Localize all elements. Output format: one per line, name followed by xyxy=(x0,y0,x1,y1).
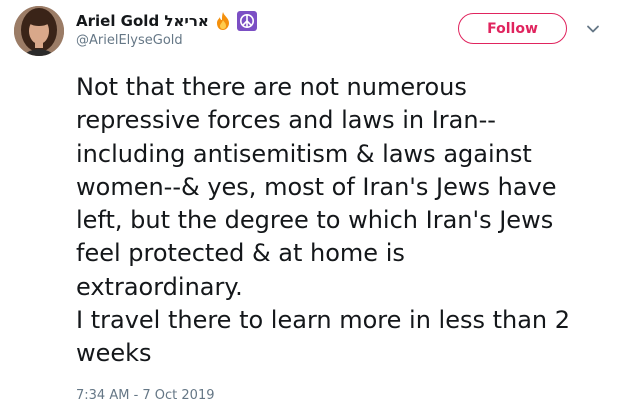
peace-symbol-icon xyxy=(236,11,257,31)
follow-button[interactable]: Follow xyxy=(458,13,567,44)
tweet-text-line: feel protected & at home is xyxy=(76,239,405,268)
tweet-text: Not that there are not numerous repressi… xyxy=(76,71,616,371)
author-display-name[interactable]: Ariel Gold אריאל xyxy=(76,12,209,30)
fire-emoji-icon xyxy=(213,11,233,31)
avatar[interactable] xyxy=(14,6,64,56)
chevron-down-icon[interactable] xyxy=(585,22,601,36)
tweet-text-line: I travel there to learn more in less tha… xyxy=(76,306,571,335)
tweet-text-line: women--& yes, most of Iran's Jews have xyxy=(76,172,557,201)
author-name-row: Ariel Gold אריאל xyxy=(76,10,257,32)
tweet-text-line: including antisemitism & laws against xyxy=(76,139,532,168)
tweet-text-line: left, but the degree to which Iran's Jew… xyxy=(76,206,554,235)
tweet-card: Ariel Gold אריאל @ArielElyseGold Follow … xyxy=(0,0,624,412)
author-handle[interactable]: @ArielElyseGold xyxy=(76,33,183,48)
tweet-text-line: repressive forces and laws in Iran-- xyxy=(76,106,496,135)
tweet-text-line: Not that there are not numerous xyxy=(76,73,467,101)
tweet-text-line: weeks xyxy=(76,339,152,368)
tweet-timestamp[interactable]: 7:34 AM - 7 Oct 2019 xyxy=(76,388,215,403)
tweet-text-line: extraordinary. xyxy=(76,272,243,301)
